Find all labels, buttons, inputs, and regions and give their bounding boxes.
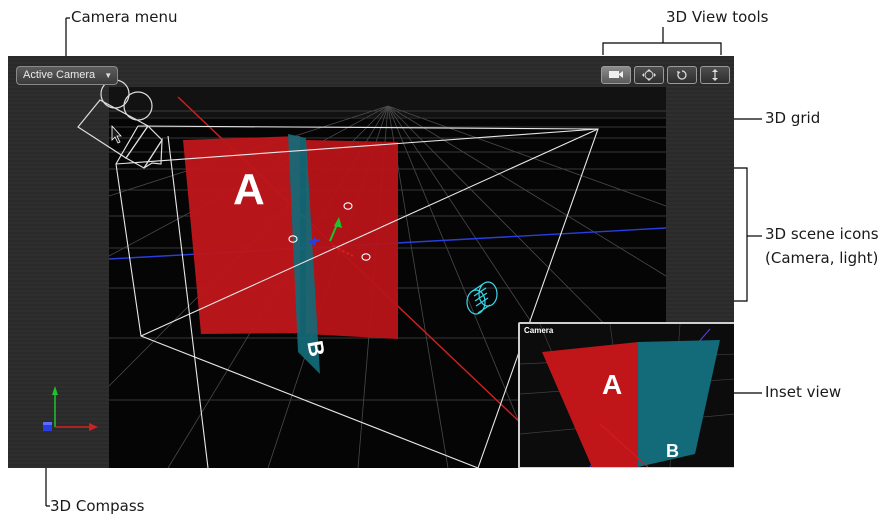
inset-layer-b-plane <box>638 340 720 467</box>
callout-camera-menu: Camera menu <box>71 8 178 26</box>
3d-view-tools <box>601 66 730 84</box>
orbit-tool-button[interactable] <box>667 66 697 84</box>
orbit-icon <box>677 70 687 80</box>
chevron-down-icon: ▼ <box>104 71 113 80</box>
layer-a-label: A <box>233 165 265 214</box>
pan-icon <box>642 69 656 81</box>
dolly-tool-button[interactable] <box>700 66 730 84</box>
inset-layer-b-label: B <box>666 441 679 461</box>
callout-scene-icons-line2: (Camera, light) <box>765 249 879 267</box>
camera-menu[interactable]: Active Camera ▼ <box>16 66 119 85</box>
inset-layer-a-plane <box>542 342 638 467</box>
inset-scene: A B <box>520 324 734 467</box>
callout-3d-view-tools: 3D View tools <box>666 8 769 26</box>
camera-icon <box>609 71 623 78</box>
3d-compass <box>43 386 98 431</box>
callout-inset-view: Inset view <box>765 383 842 401</box>
callout-3d-compass: 3D Compass <box>50 497 145 515</box>
camera-menu-value: Active Camera <box>23 69 96 81</box>
dolly-icon <box>712 69 718 81</box>
callout-3d-grid: 3D grid <box>765 109 821 127</box>
canvas-viewer[interactable]: A B Active Camera ▼ A B Camera <box>8 56 734 468</box>
pan-tool-button[interactable] <box>634 66 664 84</box>
inset-layer-a-label: A <box>602 369 622 400</box>
inset-view-title: Camera <box>524 326 554 335</box>
camera-tool-button[interactable] <box>601 66 631 84</box>
callout-scene-icons-line1: 3D scene icons <box>765 225 879 243</box>
inset-view[interactable]: A B Camera <box>518 322 734 468</box>
